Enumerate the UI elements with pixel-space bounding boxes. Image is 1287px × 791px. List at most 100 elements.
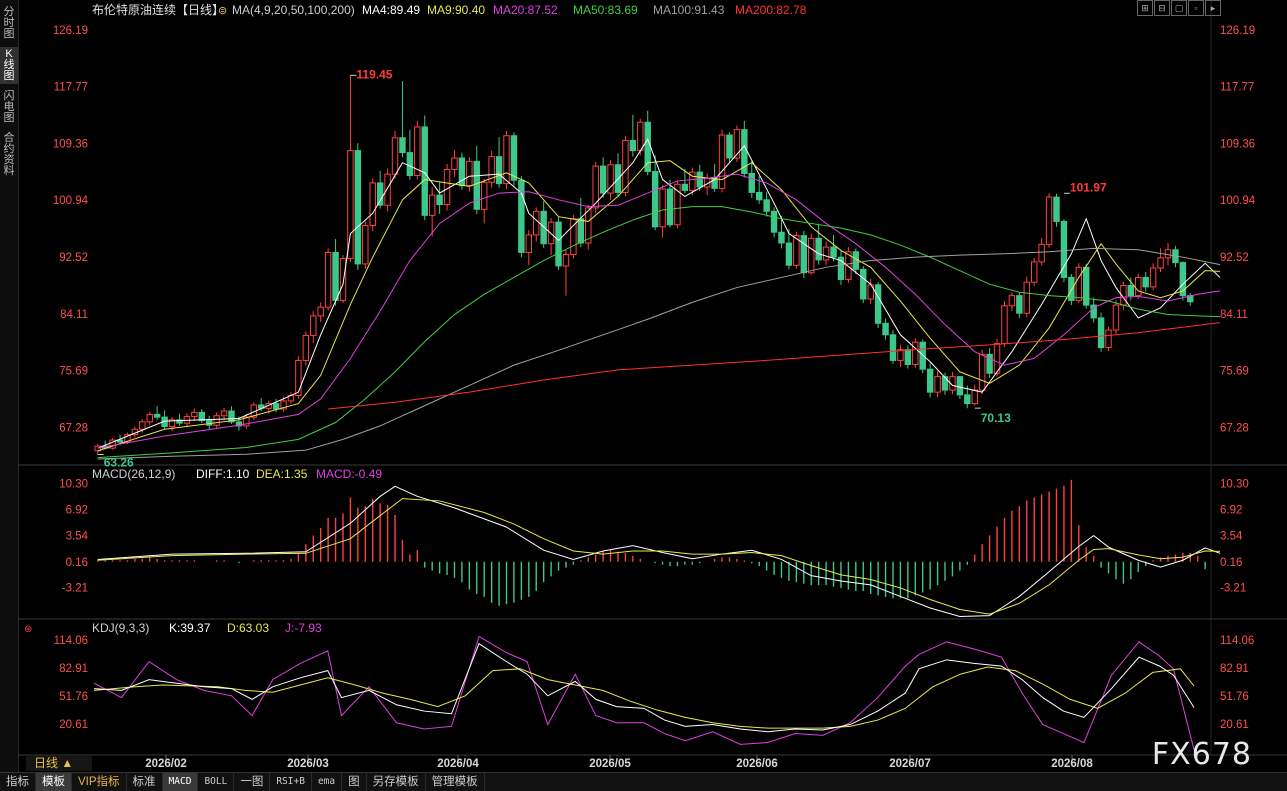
candle-body: [1164, 249, 1172, 259]
settings-icon: ⊜: [218, 5, 227, 17]
left-vertical-tabbar: 分时图 K线图闪电图合约资料: [0, 0, 19, 772]
candle-body: [562, 253, 570, 267]
price-ytick-left: 84.11: [60, 309, 88, 321]
ma-value-3: MA50:83.69: [573, 3, 638, 17]
candle-body: [696, 171, 703, 188]
bottom-tab-9[interactable]: 图: [342, 773, 367, 791]
macd-ytick-left: -3.21: [62, 583, 88, 595]
kdj-ytick-right: 82.91: [1220, 663, 1249, 675]
macd-ytick-right: 0.16: [1220, 557, 1242, 569]
bottom-tab-4[interactable]: MACD: [162, 773, 199, 791]
candle-body: [1008, 295, 1016, 307]
toolbar-icon-0[interactable]: ⊞: [1137, 0, 1153, 16]
candle-body: [369, 182, 376, 226]
candle-body: [399, 137, 406, 154]
candle-body: [191, 411, 198, 417]
bottom-tab-3[interactable]: 标准: [127, 773, 163, 791]
candle-body: [1023, 281, 1030, 314]
candle-body: [555, 221, 562, 267]
candle-body: [213, 415, 220, 426]
ma-value-4: MA100:91.43: [653, 3, 725, 17]
candle-body: [1105, 329, 1112, 349]
bottom-tab-10[interactable]: 另存模板: [367, 773, 426, 791]
candle-body: [941, 376, 949, 391]
candle-body: [525, 234, 533, 253]
candle-body: [310, 315, 317, 336]
x-label-3: 2026/05: [589, 758, 631, 770]
kdj-ytick-left: 114.06: [54, 635, 88, 647]
toolbar-icon-4[interactable]: ▸: [1205, 0, 1221, 16]
sidebar-tab-3[interactable]: 合约资料: [0, 131, 18, 179]
bottom-tab-7[interactable]: RSI+B: [270, 773, 312, 791]
bottom-tab-6[interactable]: 一图: [234, 773, 271, 791]
high-label: 119.45: [356, 67, 392, 81]
bottom-tab-5[interactable]: BOLL: [198, 773, 235, 791]
toolbar-icon-2[interactable]: ▢: [1171, 0, 1187, 16]
kdj-ytick-left: 51.76: [59, 691, 88, 703]
candle-body: [1075, 266, 1083, 301]
bottom-tab-1[interactable]: 模板: [36, 773, 72, 791]
kdj-value-0: K:39.37: [169, 621, 211, 635]
candle-body: [889, 334, 897, 361]
candle-body: [428, 194, 436, 216]
candle-body: [406, 152, 414, 177]
sidebar-tab-2[interactable]: 闪电图: [0, 89, 18, 126]
macd-ytick-right: -3.21: [1220, 583, 1246, 595]
candle-body: [332, 251, 339, 301]
candle-body: [978, 353, 986, 391]
bottom-tab-11[interactable]: 管理模板: [426, 773, 485, 791]
candle-body: [800, 235, 808, 274]
candle-body: [1149, 267, 1157, 288]
price-title: 布伦特原油连续【日线】: [92, 2, 224, 17]
period-selector-button[interactable]: 日线 ▲: [26, 756, 92, 771]
macd-ytick-right: 6.92: [1220, 505, 1242, 517]
candle-body: [384, 173, 391, 206]
candle-body: [1142, 276, 1149, 288]
macd-ytick-left: 0.16: [66, 557, 88, 569]
kdj-j-line: [93, 635, 1195, 750]
ma-value-2: MA20:87.52: [493, 3, 558, 17]
candle-body: [1097, 317, 1105, 349]
sidebar-tab-0[interactable]: 分时图: [0, 5, 18, 42]
bottom-tab-8[interactable]: ema: [312, 773, 343, 791]
ma-line-ma200: [328, 322, 1221, 410]
macd-title: MACD(26,12,9): [92, 467, 175, 481]
candle-body: [533, 210, 540, 236]
bottom-tab-2[interactable]: VIP指标: [72, 773, 127, 791]
candle-body: [912, 341, 919, 365]
x-label-4: 2026/06: [736, 758, 778, 770]
ma-line-ma100: [97, 247, 1221, 460]
sidebar-tab-1[interactable]: K线图: [0, 47, 18, 84]
candle-body: [1001, 305, 1008, 345]
kdj-ytick-right: 51.76: [1220, 691, 1249, 703]
macd-ytick-left: 6.92: [66, 505, 88, 517]
bottom-tab-0[interactable]: 指标: [0, 773, 36, 791]
candle-body: [599, 165, 607, 194]
candle-body: [339, 258, 347, 301]
candle-body: [153, 413, 161, 418]
macd-ytick-right: 3.54: [1220, 531, 1243, 543]
toolbar-icon-1[interactable]: ⊟: [1154, 0, 1170, 16]
toolbar-icon-3[interactable]: ▫: [1188, 0, 1204, 16]
candle-body: [302, 334, 310, 361]
price-ytick-left: 100.94: [53, 195, 89, 207]
candle-body: [726, 134, 733, 159]
candle-body: [644, 121, 651, 172]
candle-body: [376, 182, 384, 206]
candle-body: [874, 284, 882, 324]
kdj-ytick-right: 114.06: [1220, 635, 1254, 647]
kline-chart: 布伦特原油连续【日线】⊜ MA(4,9,20,50,100,200) MA4:89.…: [18, 0, 1287, 770]
candle-body: [443, 168, 451, 206]
kdj-value-1: D:63.03: [227, 621, 269, 635]
macd-histogram: [97, 479, 1206, 606]
candle-body: [1157, 257, 1164, 269]
x-label-5: 2026/07: [889, 758, 931, 770]
candle-body: [354, 150, 362, 265]
candle-body: [860, 268, 867, 300]
candle-body: [1053, 196, 1060, 222]
candle-body: [324, 251, 332, 308]
candle-body: [763, 199, 770, 212]
candle-body: [1016, 295, 1023, 314]
candle-body: [718, 134, 726, 189]
candle-body: [956, 376, 964, 396]
